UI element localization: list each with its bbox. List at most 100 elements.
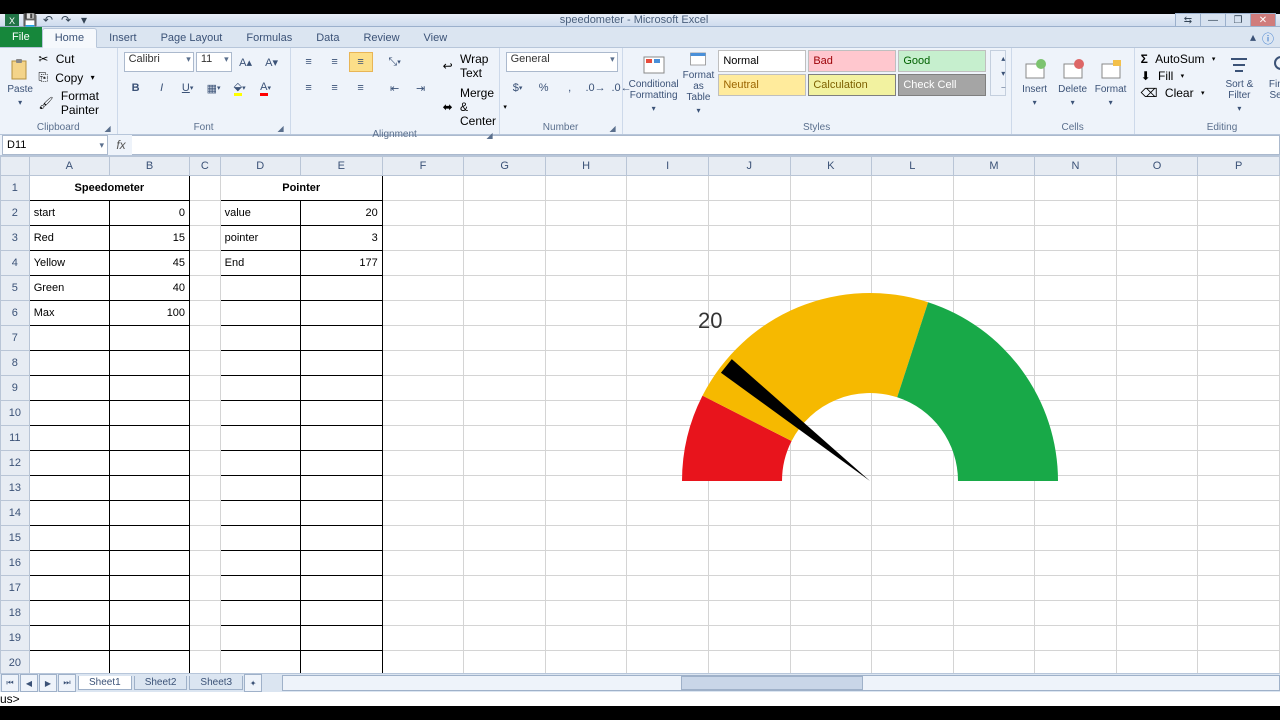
editing-label: Editing — [1207, 122, 1238, 133]
font-launcher-icon[interactable]: ◢ — [277, 124, 283, 133]
speedometer-chart[interactable]: 20 — [660, 286, 1080, 536]
tab-insert[interactable]: Insert — [97, 29, 149, 47]
formula-bar: D11 fx — [0, 135, 1280, 156]
orientation-button[interactable]: ⤡▾ — [383, 52, 407, 72]
fx-icon[interactable]: fx — [110, 138, 132, 152]
wrap-text-button[interactable]: ↩ Wrap Text — [443, 52, 507, 80]
align-bottom-button[interactable]: ≡ — [349, 52, 373, 72]
undo-icon[interactable]: ↶ — [40, 14, 56, 26]
italic-button[interactable]: I — [150, 78, 174, 98]
border-button[interactable]: ▦▾ — [202, 78, 226, 98]
comma-button[interactable]: , — [558, 78, 582, 98]
insert-cells-button[interactable]: Insert▾ — [1018, 50, 1052, 116]
sheet-nav-first[interactable]: ⏮ — [1, 674, 19, 692]
style-neutral[interactable]: Neutral — [718, 74, 806, 96]
sheet-tab-bar: ⏮ ◀ ▶ ⏭ Sheet1 Sheet2 Sheet3 ✦ — [0, 673, 1280, 692]
sort-filter-button[interactable]: Sort & Filter▾ — [1219, 50, 1259, 116]
worksheet-grid[interactable]: ABCDEFGHIJKLMNOP1SpeedometerPointer2star… — [0, 156, 1280, 673]
qat-menu-icon[interactable]: ▾ — [76, 14, 92, 26]
font-label: Font — [194, 122, 214, 133]
copy-icon: ⎘ — [38, 70, 48, 85]
name-box[interactable]: D11 — [2, 135, 108, 155]
brush-icon: 🖌 — [38, 96, 53, 110]
paste-label: Paste — [7, 84, 33, 95]
delete-cells-button[interactable]: Delete▾ — [1056, 50, 1090, 116]
horizontal-scrollbar[interactable] — [282, 675, 1280, 691]
tab-file[interactable]: File — [0, 27, 42, 47]
fill-icon: ⬇ — [1141, 69, 1151, 83]
align-top-button[interactable]: ≡ — [297, 52, 321, 72]
minimize-ribbon-icon[interactable]: ▴ — [1250, 30, 1256, 47]
chart-data-label: 20 — [698, 308, 722, 334]
style-calculation[interactable]: Calculation — [808, 74, 896, 96]
tab-home[interactable]: Home — [42, 28, 97, 48]
align-middle-button[interactable]: ≡ — [323, 52, 347, 72]
tab-data[interactable]: Data — [304, 29, 351, 47]
increase-decimal-button[interactable]: .0→ — [584, 78, 608, 98]
merge-icon: ⬌ — [443, 100, 453, 114]
copy-button[interactable]: ⎘ Copy ▾ — [38, 70, 110, 85]
find-select-button[interactable]: Find & Select▾ — [1263, 50, 1280, 116]
sheet-tab-2[interactable]: Sheet2 — [134, 676, 188, 690]
sheet-nav-last[interactable]: ⏭ — [58, 674, 76, 692]
sheet-nav-prev[interactable]: ◀ — [20, 674, 38, 692]
eraser-icon: ⌫ — [1141, 86, 1158, 100]
cut-button[interactable]: ✂ Cut — [38, 52, 110, 66]
font-name-select[interactable]: Calibri — [124, 52, 194, 72]
redo-icon[interactable]: ↷ — [58, 14, 74, 26]
clipboard-launcher-icon[interactable]: ◢ — [104, 124, 110, 133]
alignment-launcher-icon[interactable]: ◢ — [486, 131, 492, 140]
quick-access-toolbar: X 💾 ↶ ↷ ▾ — [4, 14, 92, 26]
sheet-tab-1[interactable]: Sheet1 — [78, 676, 132, 690]
conditional-formatting-button[interactable]: Conditional Formatting▾ — [629, 50, 679, 116]
increase-indent-button[interactable]: ⇥ — [409, 78, 433, 98]
fill-button[interactable]: ⬇ Fill ▾ — [1141, 69, 1216, 83]
fill-color-button[interactable]: ⬙▾ — [228, 78, 252, 98]
clear-button[interactable]: ⌫ Clear ▾ — [1141, 86, 1216, 100]
bold-button[interactable]: B — [124, 78, 148, 98]
restore-button[interactable]: ❐ — [1225, 13, 1251, 27]
save-icon[interactable]: 💾 — [22, 14, 38, 26]
accounting-button[interactable]: $▾ — [506, 78, 530, 98]
autosum-button[interactable]: Σ AutoSum ▾ — [1141, 52, 1216, 66]
styles-label: Styles — [803, 122, 830, 133]
merge-center-button[interactable]: ⬌ Merge & Center ▾ — [443, 86, 507, 128]
sheet-nav-next[interactable]: ▶ — [39, 674, 57, 692]
help-icon[interactable]: ⓘ — [1262, 30, 1274, 47]
align-center-button[interactable]: ≡ — [323, 78, 347, 98]
window-buttons: ⇆ — ❐ ✕ — [1176, 13, 1276, 27]
font-size-select[interactable]: 11 — [196, 52, 232, 72]
number-format-select[interactable]: General — [506, 52, 618, 72]
svg-text:X: X — [9, 16, 15, 26]
wrap-icon: ↩ — [443, 59, 453, 73]
decrease-indent-button[interactable]: ⇤ — [383, 78, 407, 98]
tab-formulas[interactable]: Formulas — [234, 29, 304, 47]
underline-button[interactable]: U▾ — [176, 78, 200, 98]
align-right-button[interactable]: ≡ — [349, 78, 373, 98]
window-title: speedometer - Microsoft Excel — [92, 14, 1176, 26]
paste-button[interactable]: Paste ▾ — [6, 50, 34, 116]
tab-review[interactable]: Review — [351, 29, 411, 47]
excel-icon[interactable]: X — [4, 14, 20, 26]
tab-page-layout[interactable]: Page Layout — [149, 29, 235, 47]
minimize-button[interactable]: — — [1200, 13, 1226, 27]
style-normal[interactable]: Normal — [718, 50, 806, 72]
close-button[interactable]: ✕ — [1250, 13, 1276, 27]
number-launcher-icon[interactable]: ◢ — [609, 124, 615, 133]
tab-view[interactable]: View — [412, 29, 460, 47]
grow-font-button[interactable]: A▴ — [234, 52, 258, 72]
minimize-ribbon-button[interactable]: ⇆ — [1175, 13, 1201, 27]
align-left-button[interactable]: ≡ — [297, 78, 321, 98]
font-color-button[interactable]: A▾ — [254, 78, 278, 98]
sheet-tab-3[interactable]: Sheet3 — [189, 676, 243, 690]
shrink-font-button[interactable]: A▾ — [260, 52, 284, 72]
format-cells-button[interactable]: Format▾ — [1094, 50, 1128, 116]
cells-label: Cells — [1061, 122, 1083, 133]
style-good[interactable]: Good — [898, 50, 986, 72]
format-as-table-button[interactable]: Format as Table▾ — [683, 50, 715, 116]
new-sheet-button[interactable]: ✦ — [244, 674, 262, 692]
style-bad[interactable]: Bad — [808, 50, 896, 72]
format-painter-button[interactable]: 🖌 Format Painter — [38, 89, 110, 117]
percent-button[interactable]: % — [532, 78, 556, 98]
style-check-cell[interactable]: Check Cell — [898, 74, 986, 96]
